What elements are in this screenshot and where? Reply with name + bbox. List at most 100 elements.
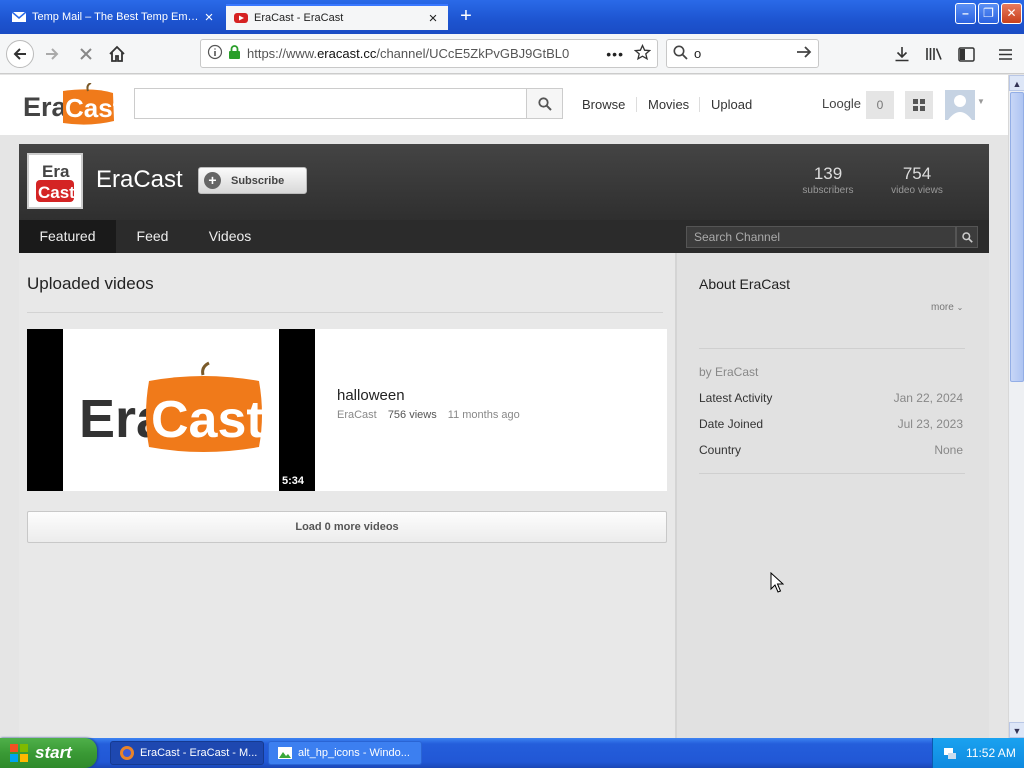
network-icon[interactable] xyxy=(942,745,958,761)
tab-close-icon[interactable]: × xyxy=(426,10,440,27)
clock[interactable]: 11:52 AM xyxy=(966,746,1016,760)
video-age: 11 months ago xyxy=(447,409,520,421)
channel-search-input[interactable]: Search Channel xyxy=(686,226,956,248)
forward-arrow-icon[interactable] xyxy=(38,40,66,68)
channel-tabs: Featured Feed Videos Search Channel xyxy=(19,220,989,253)
taskbar-item-explorer[interactable]: alt_hp_icons - Windo... xyxy=(268,741,422,765)
user-name[interactable]: Loogle xyxy=(822,96,861,111)
subscriber-count: 139 xyxy=(813,164,843,183)
start-button[interactable]: start xyxy=(0,738,97,768)
page-viewport: Era Cast Browse Movies Upload Loogle 0 ▼… xyxy=(0,75,1008,738)
site-header: Era Cast Browse Movies Upload Loogle 0 ▼ xyxy=(0,75,1008,135)
load-more-button[interactable]: Load 0 more videos xyxy=(27,511,667,543)
channel-logo[interactable]: Era Cast xyxy=(27,153,83,209)
video-item[interactable]: Era Cast 5:34 halloween EraCast 756 view… xyxy=(27,329,667,491)
search-go-arrow-icon[interactable] xyxy=(796,44,812,63)
subscriber-stat: 139 subscribers xyxy=(797,164,859,196)
tab-feed[interactable]: Feed xyxy=(124,220,181,253)
browser-nav-bar: https://www.eracast.cc/channel/UCcE5ZkPv… xyxy=(0,34,1024,74)
divider xyxy=(27,312,663,313)
nav-separator xyxy=(636,97,637,112)
video-title-link[interactable]: halloween xyxy=(337,387,405,404)
url-text: https://www.eracast.cc/channel/UCcE5ZkPv… xyxy=(247,46,570,61)
tab-eracast[interactable]: EraCast - EraCast × xyxy=(226,4,448,30)
subscribe-label: Subscribe xyxy=(231,174,285,187)
browser-icon xyxy=(120,746,134,760)
windows-flag-icon xyxy=(10,744,28,762)
new-tab-icon[interactable]: + xyxy=(455,5,477,27)
nav-browse-link[interactable]: Browse xyxy=(582,97,625,112)
chevron-down-icon[interactable]: ▼ xyxy=(977,97,985,106)
site-search-input[interactable] xyxy=(134,88,527,119)
video-thumbnail[interactable]: Era Cast 5:34 xyxy=(27,329,315,491)
home-icon[interactable] xyxy=(103,40,131,68)
video-meta: EraCast 756 views 11 months ago xyxy=(337,409,528,421)
subscriber-label: subscribers xyxy=(802,185,854,196)
tab-title: Temp Mail – The Best Temp Email Ser xyxy=(32,11,202,23)
sidebar-toggle-icon[interactable] xyxy=(956,44,976,64)
chevron-down-icon: ⌄ xyxy=(956,303,964,312)
tab-videos[interactable]: Videos xyxy=(200,220,260,253)
video-duration: 5:34 xyxy=(282,475,305,487)
svg-text:Cast: Cast xyxy=(65,93,115,123)
mouse-cursor-icon xyxy=(770,571,785,597)
search-icon xyxy=(537,96,552,111)
page-actions-icon[interactable]: ••• xyxy=(606,46,624,62)
scroll-up-icon[interactable]: ▲ xyxy=(1009,75,1024,91)
window-maximize-button[interactable]: ❐ xyxy=(978,3,999,24)
hamburger-menu-icon[interactable] xyxy=(995,44,1015,64)
tab-temp-mail[interactable]: Temp Mail – The Best Temp Email Ser × xyxy=(4,4,224,30)
nav-movies-link[interactable]: Movies xyxy=(648,97,689,112)
section-title-uploads: Uploaded videos xyxy=(27,274,154,293)
back-arrow-icon[interactable] xyxy=(6,40,34,68)
mail-favicon-icon xyxy=(12,10,26,24)
views-stat: 754 video views xyxy=(885,164,949,196)
browser-tab-strip: Temp Mail – The Best Temp Email Ser × Er… xyxy=(0,0,1024,34)
thumbnail-image: Era Cast xyxy=(63,329,279,491)
nav-upload-link[interactable]: Upload xyxy=(711,97,752,112)
lock-icon xyxy=(228,44,241,63)
window-minimize-button[interactable]: – xyxy=(955,3,976,24)
channel-search-button[interactable] xyxy=(956,226,978,248)
nav-separator xyxy=(699,97,700,112)
svg-text:Cast: Cast xyxy=(151,391,264,449)
avatar[interactable] xyxy=(945,90,975,120)
channel-header: Era Cast EraCast + Subscribe 139 subscri… xyxy=(19,144,989,220)
about-more-link[interactable]: more ⌄ xyxy=(931,302,963,313)
stop-icon[interactable] xyxy=(72,40,100,68)
site-search-button[interactable] xyxy=(526,88,563,119)
window-close-button[interactable]: ✕ xyxy=(1001,3,1022,24)
notification-count[interactable]: 0 xyxy=(866,91,894,119)
image-folder-icon xyxy=(278,747,292,759)
browser-search-value[interactable]: o xyxy=(694,46,796,61)
windows-taskbar: start EraCast - EraCast - M... alt_hp_ic… xyxy=(0,738,1024,768)
channel-name: EraCast xyxy=(96,166,183,193)
browser-search-box[interactable]: o xyxy=(666,39,819,68)
url-bar[interactable]: https://www.eracast.cc/channel/UCcE5ZkPv… xyxy=(200,39,658,68)
plus-icon: + xyxy=(204,172,221,189)
library-icon[interactable] xyxy=(924,44,944,64)
video-views-label: video views xyxy=(891,185,943,196)
user-avatar-icon xyxy=(948,95,972,120)
about-by: by EraCast xyxy=(699,365,759,379)
scrollbar-thumb[interactable] xyxy=(1010,92,1024,382)
search-icon xyxy=(673,45,688,63)
tab-close-icon[interactable]: × xyxy=(202,9,216,26)
about-title: About EraCast xyxy=(699,276,791,292)
divider xyxy=(699,473,965,474)
download-icon[interactable] xyxy=(892,44,912,64)
video-author-link[interactable]: EraCast xyxy=(337,409,377,421)
sidebar-column xyxy=(677,253,989,738)
svg-text:Era: Era xyxy=(42,162,70,181)
apps-grid-icon[interactable] xyxy=(905,91,933,119)
tab-featured[interactable]: Featured xyxy=(19,220,116,253)
page-scrollbar[interactable]: ▲ ▼ xyxy=(1008,75,1024,738)
info-icon[interactable] xyxy=(207,44,223,63)
eracast-logo[interactable]: Era Cast xyxy=(23,82,122,127)
scroll-down-icon[interactable]: ▼ xyxy=(1009,722,1024,738)
subscribe-button[interactable]: + Subscribe xyxy=(198,167,307,194)
about-row-country: Country None xyxy=(699,443,963,457)
taskbar-item-browser[interactable]: EraCast - EraCast - M... xyxy=(110,741,264,765)
about-row-date-joined: Date Joined Jul 23, 2023 xyxy=(699,417,963,431)
bookmark-star-icon[interactable] xyxy=(633,43,652,64)
